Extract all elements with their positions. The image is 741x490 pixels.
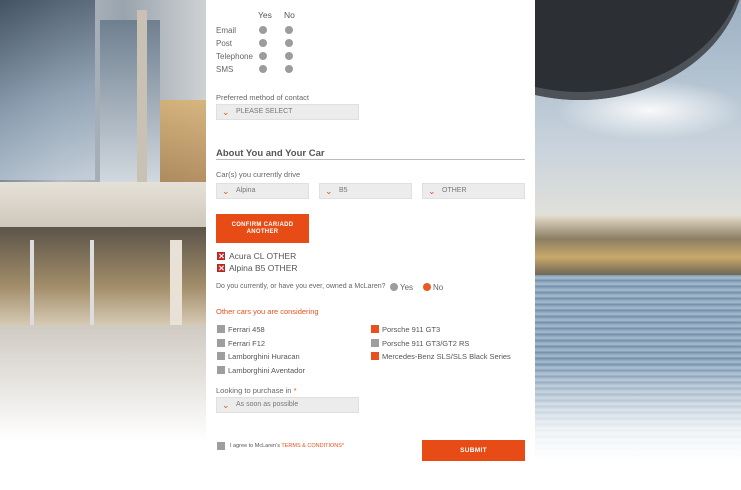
lamborghini-huracan-label: Lamborghini Huracan [228, 352, 300, 361]
car-variant-select[interactable]: ⌄ OTHER [422, 183, 525, 199]
purchase-timing-label: Looking to purchase in * [216, 386, 296, 395]
contact-row-email-label: Email [216, 26, 237, 35]
mclaren-owner-yes-label: Yes [400, 283, 414, 292]
column-header-yes: Yes [258, 10, 272, 20]
purchase-timing-value: As soon as possible [236, 401, 299, 408]
mercedes-sls-checkbox[interactable] [371, 352, 379, 360]
required-mark: * [341, 443, 345, 449]
chevron-down-icon: ⌄ [222, 107, 230, 117]
preferred-method-value: PLEASE SELECT [236, 108, 293, 115]
email-yes-radio[interactable] [259, 26, 267, 34]
telephone-no-radio[interactable] [285, 52, 293, 60]
added-car-item: Alpina B5 OTHER [229, 263, 298, 273]
remove-car-icon[interactable] [217, 264, 225, 272]
background-building-right [535, 0, 741, 490]
mclaren-owner-no-label: No [433, 283, 444, 292]
post-yes-radio[interactable] [259, 39, 267, 47]
car-model-value: B5 [339, 187, 348, 194]
telephone-yes-radio[interactable] [259, 52, 267, 60]
preferred-method-select[interactable]: ⌄ PLEASE SELECT [216, 104, 359, 120]
considering-label: Other cars you are considering [216, 307, 319, 316]
terms-label: I agree to McLaren's TERMS & CONDITIONS* [230, 443, 344, 449]
lamborghini-huracan-checkbox[interactable] [217, 352, 225, 360]
confirm-car-button[interactable]: CONFIRM CAR/ADD ANOTHER [216, 214, 309, 243]
contact-row-post-label: Post [216, 39, 233, 48]
mercedes-sls-label: Mercedes-Benz SLS/SLS Black Series [382, 352, 511, 361]
porsche-911-gt3-checkbox[interactable] [371, 325, 379, 333]
confirm-car-button-line1: CONFIRM CAR/ADD [231, 222, 294, 228]
contact-row-telephone-label: Telephone [216, 52, 253, 61]
car-model-select[interactable]: ⌄ B5 [319, 183, 412, 199]
car-variant-value: OTHER [442, 187, 467, 194]
mclaren-owner-question: Do you currently, or have you ever, owne… [216, 283, 386, 290]
preferred-method-label: Preferred method of contact [216, 93, 309, 102]
submit-button[interactable]: SUBMIT [422, 440, 525, 461]
car-make-select[interactable]: ⌄ Alpina [216, 183, 309, 199]
confirm-car-button-line2: ANOTHER [246, 229, 279, 235]
post-no-radio[interactable] [285, 39, 293, 47]
terms-checkbox[interactable] [217, 442, 225, 450]
added-car-item: Acura CL OTHER [229, 251, 297, 261]
porsche-911-gt3-gt2-rs-checkbox[interactable] [371, 339, 379, 347]
chevron-down-icon: ⌄ [222, 186, 230, 196]
sms-no-radio[interactable] [285, 65, 293, 73]
column-header-no: No [284, 10, 295, 20]
lamborghini-aventador-label: Lamborghini Aventador [228, 366, 305, 375]
porsche-911-gt3-gt2-rs-label: Porsche 911 GT3/GT2 RS [382, 339, 470, 348]
porsche-911-gt3-label: Porsche 911 GT3 [382, 325, 441, 334]
chevron-down-icon: ⌄ [222, 400, 230, 410]
ferrari-f12-checkbox[interactable] [217, 339, 225, 347]
chevron-down-icon: ⌄ [325, 186, 333, 196]
chevron-down-icon: ⌄ [428, 186, 436, 196]
mclaren-owner-yes-radio[interactable] [390, 283, 398, 291]
purchase-timing-label-text: Looking to purchase in [216, 386, 292, 395]
background-building-left [0, 0, 206, 490]
terms-prefix: I agree to McLaren's [230, 443, 282, 449]
remove-car-icon[interactable] [217, 252, 225, 260]
mclaren-owner-no-radio[interactable] [423, 283, 431, 291]
lamborghini-aventador-checkbox[interactable] [217, 366, 225, 374]
section-divider [216, 159, 525, 160]
cars-drive-label: Car(s) you currently drive [216, 170, 301, 179]
car-make-value: Alpina [236, 187, 256, 194]
enquiry-form-panel: Yes No Email Post Telephone SMS Preferre… [206, 0, 535, 490]
ferrari-458-checkbox[interactable] [217, 325, 225, 333]
ferrari-458-label: Ferrari 458 [228, 325, 265, 334]
sms-yes-radio[interactable] [259, 65, 267, 73]
purchase-timing-select[interactable]: ⌄ As soon as possible [216, 397, 359, 413]
email-no-radio[interactable] [285, 26, 293, 34]
ferrari-f12-label: Ferrari F12 [228, 339, 266, 348]
required-mark: * [293, 386, 297, 395]
terms-link[interactable]: TERMS & CONDITIONS [281, 443, 342, 449]
contact-row-sms-label: SMS [216, 65, 234, 74]
about-section-heading: About You and Your Car [216, 148, 325, 159]
